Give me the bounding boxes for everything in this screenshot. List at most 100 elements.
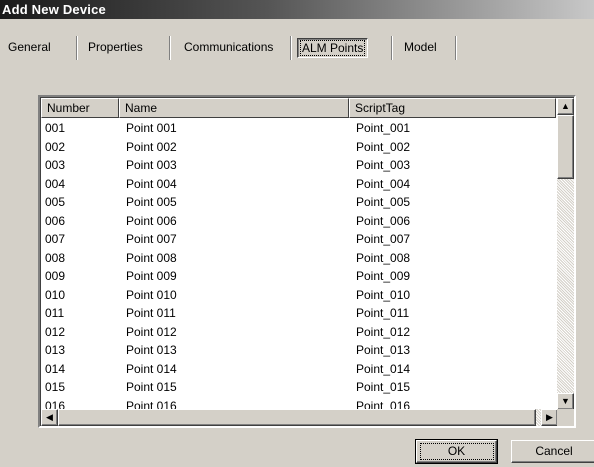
list-item[interactable]: 004 Point 004 Point_004 bbox=[41, 175, 556, 193]
name-cell: Point 003 bbox=[126, 158, 177, 172]
scripttag-cell: Point_007 bbox=[356, 232, 411, 246]
number-cell: 001 bbox=[45, 121, 66, 135]
cancel-button-label: Cancel bbox=[535, 444, 573, 458]
number-cell: 010 bbox=[45, 287, 66, 302]
column-header-scripttag[interactable]: ScriptTag bbox=[349, 98, 556, 118]
ok-button[interactable]: OK bbox=[415, 439, 498, 464]
scripttag-cell: Point_010 bbox=[356, 287, 411, 302]
tab-communications-label: Communications bbox=[184, 40, 274, 54]
tab-model-label: Model bbox=[404, 40, 437, 54]
tab-general[interactable]: General bbox=[8, 36, 51, 60]
number-cell: 006 bbox=[45, 213, 66, 228]
name-cell: Point 014 bbox=[126, 361, 177, 376]
cancel-button[interactable]: Cancel bbox=[511, 440, 594, 463]
list-item[interactable]: 005 Point 005 Point_005 bbox=[41, 193, 556, 211]
tab-properties[interactable]: Properties bbox=[88, 36, 143, 60]
list-item[interactable]: 010 Point 010 Point_010 bbox=[41, 286, 556, 304]
scripttag-cell: Point_003 bbox=[356, 158, 411, 172]
name-cell: Point 010 bbox=[126, 287, 177, 302]
name-cell: Point 006 bbox=[126, 213, 177, 228]
tab-model[interactable]: Model bbox=[404, 36, 437, 60]
scripttag-cell: Point_014 bbox=[356, 361, 411, 376]
triangle-up-icon: ▲ bbox=[561, 101, 570, 111]
tab-alm-points-label: ALM Points bbox=[300, 40, 366, 56]
number-cell: 008 bbox=[45, 250, 66, 265]
tab-communications[interactable]: Communications bbox=[184, 36, 273, 60]
scripttag-cell: Point_013 bbox=[356, 343, 411, 357]
tab-separator bbox=[290, 36, 292, 60]
name-cell: Point 011 bbox=[126, 306, 176, 320]
name-cell: Point 009 bbox=[126, 269, 177, 283]
list-item[interactable]: 008 Point 008 Point_008 bbox=[41, 249, 556, 267]
horizontal-scroll-thumb[interactable] bbox=[58, 409, 536, 426]
number-cell: 013 bbox=[45, 343, 66, 357]
number-cell: 004 bbox=[45, 176, 66, 191]
tab-properties-label: Properties bbox=[88, 40, 143, 54]
tab-general-label: General bbox=[8, 40, 51, 54]
tab-separator bbox=[169, 36, 171, 60]
list-item[interactable]: 011 Point 011 Point_011 bbox=[41, 304, 556, 322]
list-rows: 001 Point 001 Point_001 002 Point 002 Point_0… bbox=[41, 119, 556, 412]
name-cell: Point 002 bbox=[126, 139, 177, 154]
scripttag-cell: Point_009 bbox=[356, 269, 411, 283]
name-cell: Point 015 bbox=[126, 380, 177, 394]
list-item[interactable]: 015 Point 015 Point_015 bbox=[41, 378, 556, 396]
name-cell: Point 001 bbox=[126, 121, 177, 135]
vertical-scrollbar[interactable]: ▲ ▼ bbox=[557, 98, 574, 410]
name-cell: Point 013 bbox=[126, 343, 177, 357]
number-cell: 015 bbox=[45, 380, 66, 394]
name-cell: Point 008 bbox=[126, 250, 177, 265]
number-cell: 005 bbox=[45, 195, 66, 209]
scripttag-cell: Point_004 bbox=[356, 176, 411, 191]
list-item[interactable]: 009 Point 009 Point_009 bbox=[41, 267, 556, 285]
scripttag-cell: Point_001 bbox=[356, 121, 411, 135]
triangle-right-icon: ▶ bbox=[546, 412, 553, 422]
scroll-right-button[interactable]: ▶ bbox=[541, 409, 558, 426]
list-item[interactable]: 013 Point 013 Point_013 bbox=[41, 341, 556, 359]
tab-separator bbox=[76, 36, 78, 60]
name-cell: Point 004 bbox=[126, 176, 177, 191]
scroll-left-button[interactable]: ◀ bbox=[41, 409, 58, 426]
triangle-left-icon: ◀ bbox=[46, 412, 53, 422]
scripttag-cell: Point_002 bbox=[356, 139, 411, 154]
scroll-down-button[interactable]: ▼ bbox=[557, 393, 574, 410]
tab-separator bbox=[391, 36, 393, 60]
list-item[interactable]: 014 Point 014 Point_014 bbox=[41, 360, 556, 378]
name-cell: Point 005 bbox=[126, 195, 177, 209]
scripttag-cell: Point_011 bbox=[356, 306, 410, 320]
ok-button-label: OK bbox=[419, 443, 494, 460]
triangle-down-icon: ▼ bbox=[561, 396, 570, 406]
list-item[interactable]: 007 Point 007 Point_007 bbox=[41, 230, 556, 248]
list-item[interactable]: 006 Point 006 Point_006 bbox=[41, 212, 556, 230]
list-item[interactable]: 012 Point 012 Point_012 bbox=[41, 323, 556, 341]
number-cell: 009 bbox=[45, 269, 66, 283]
scroll-up-button[interactable]: ▲ bbox=[557, 98, 574, 115]
number-cell: 003 bbox=[45, 158, 66, 172]
tab-alm-points[interactable]: ALM Points bbox=[297, 36, 369, 60]
title-bar: Add New Device bbox=[0, 0, 594, 19]
add-new-device-dialog: Add New Device General Properties Commun… bbox=[0, 0, 594, 467]
column-header-name[interactable]: Name bbox=[119, 98, 349, 118]
scripttag-cell: Point_006 bbox=[356, 213, 411, 228]
number-cell: 007 bbox=[45, 232, 66, 246]
list-item[interactable]: 001 Point 001 Point_001 bbox=[41, 119, 556, 137]
scrollbar-corner bbox=[557, 409, 574, 426]
list-item[interactable]: 002 Point 002 Point_002 bbox=[41, 138, 556, 156]
scripttag-cell: Point_005 bbox=[356, 195, 411, 209]
horizontal-scrollbar[interactable]: ◀ ▶ bbox=[41, 409, 558, 426]
column-header-number[interactable]: Number bbox=[41, 98, 119, 118]
list-item[interactable]: 003 Point 003 Point_003 bbox=[41, 156, 556, 174]
name-cell: Point 012 bbox=[126, 324, 177, 339]
number-cell: 012 bbox=[45, 324, 66, 339]
number-cell: 002 bbox=[45, 139, 66, 154]
vertical-scroll-thumb[interactable] bbox=[557, 115, 574, 179]
tab-separator bbox=[455, 36, 457, 60]
scripttag-cell: Point_008 bbox=[356, 250, 411, 265]
scripttag-cell: Point_012 bbox=[356, 324, 411, 339]
alm-points-list[interactable]: Number Name ScriptTag 001 Point 001 Point_… bbox=[38, 95, 576, 428]
list-header: Number Name ScriptTag bbox=[41, 98, 556, 118]
number-cell: 011 bbox=[45, 306, 65, 320]
scripttag-cell: Point_015 bbox=[356, 380, 411, 394]
number-cell: 014 bbox=[45, 361, 66, 376]
name-cell: Point 007 bbox=[126, 232, 177, 246]
